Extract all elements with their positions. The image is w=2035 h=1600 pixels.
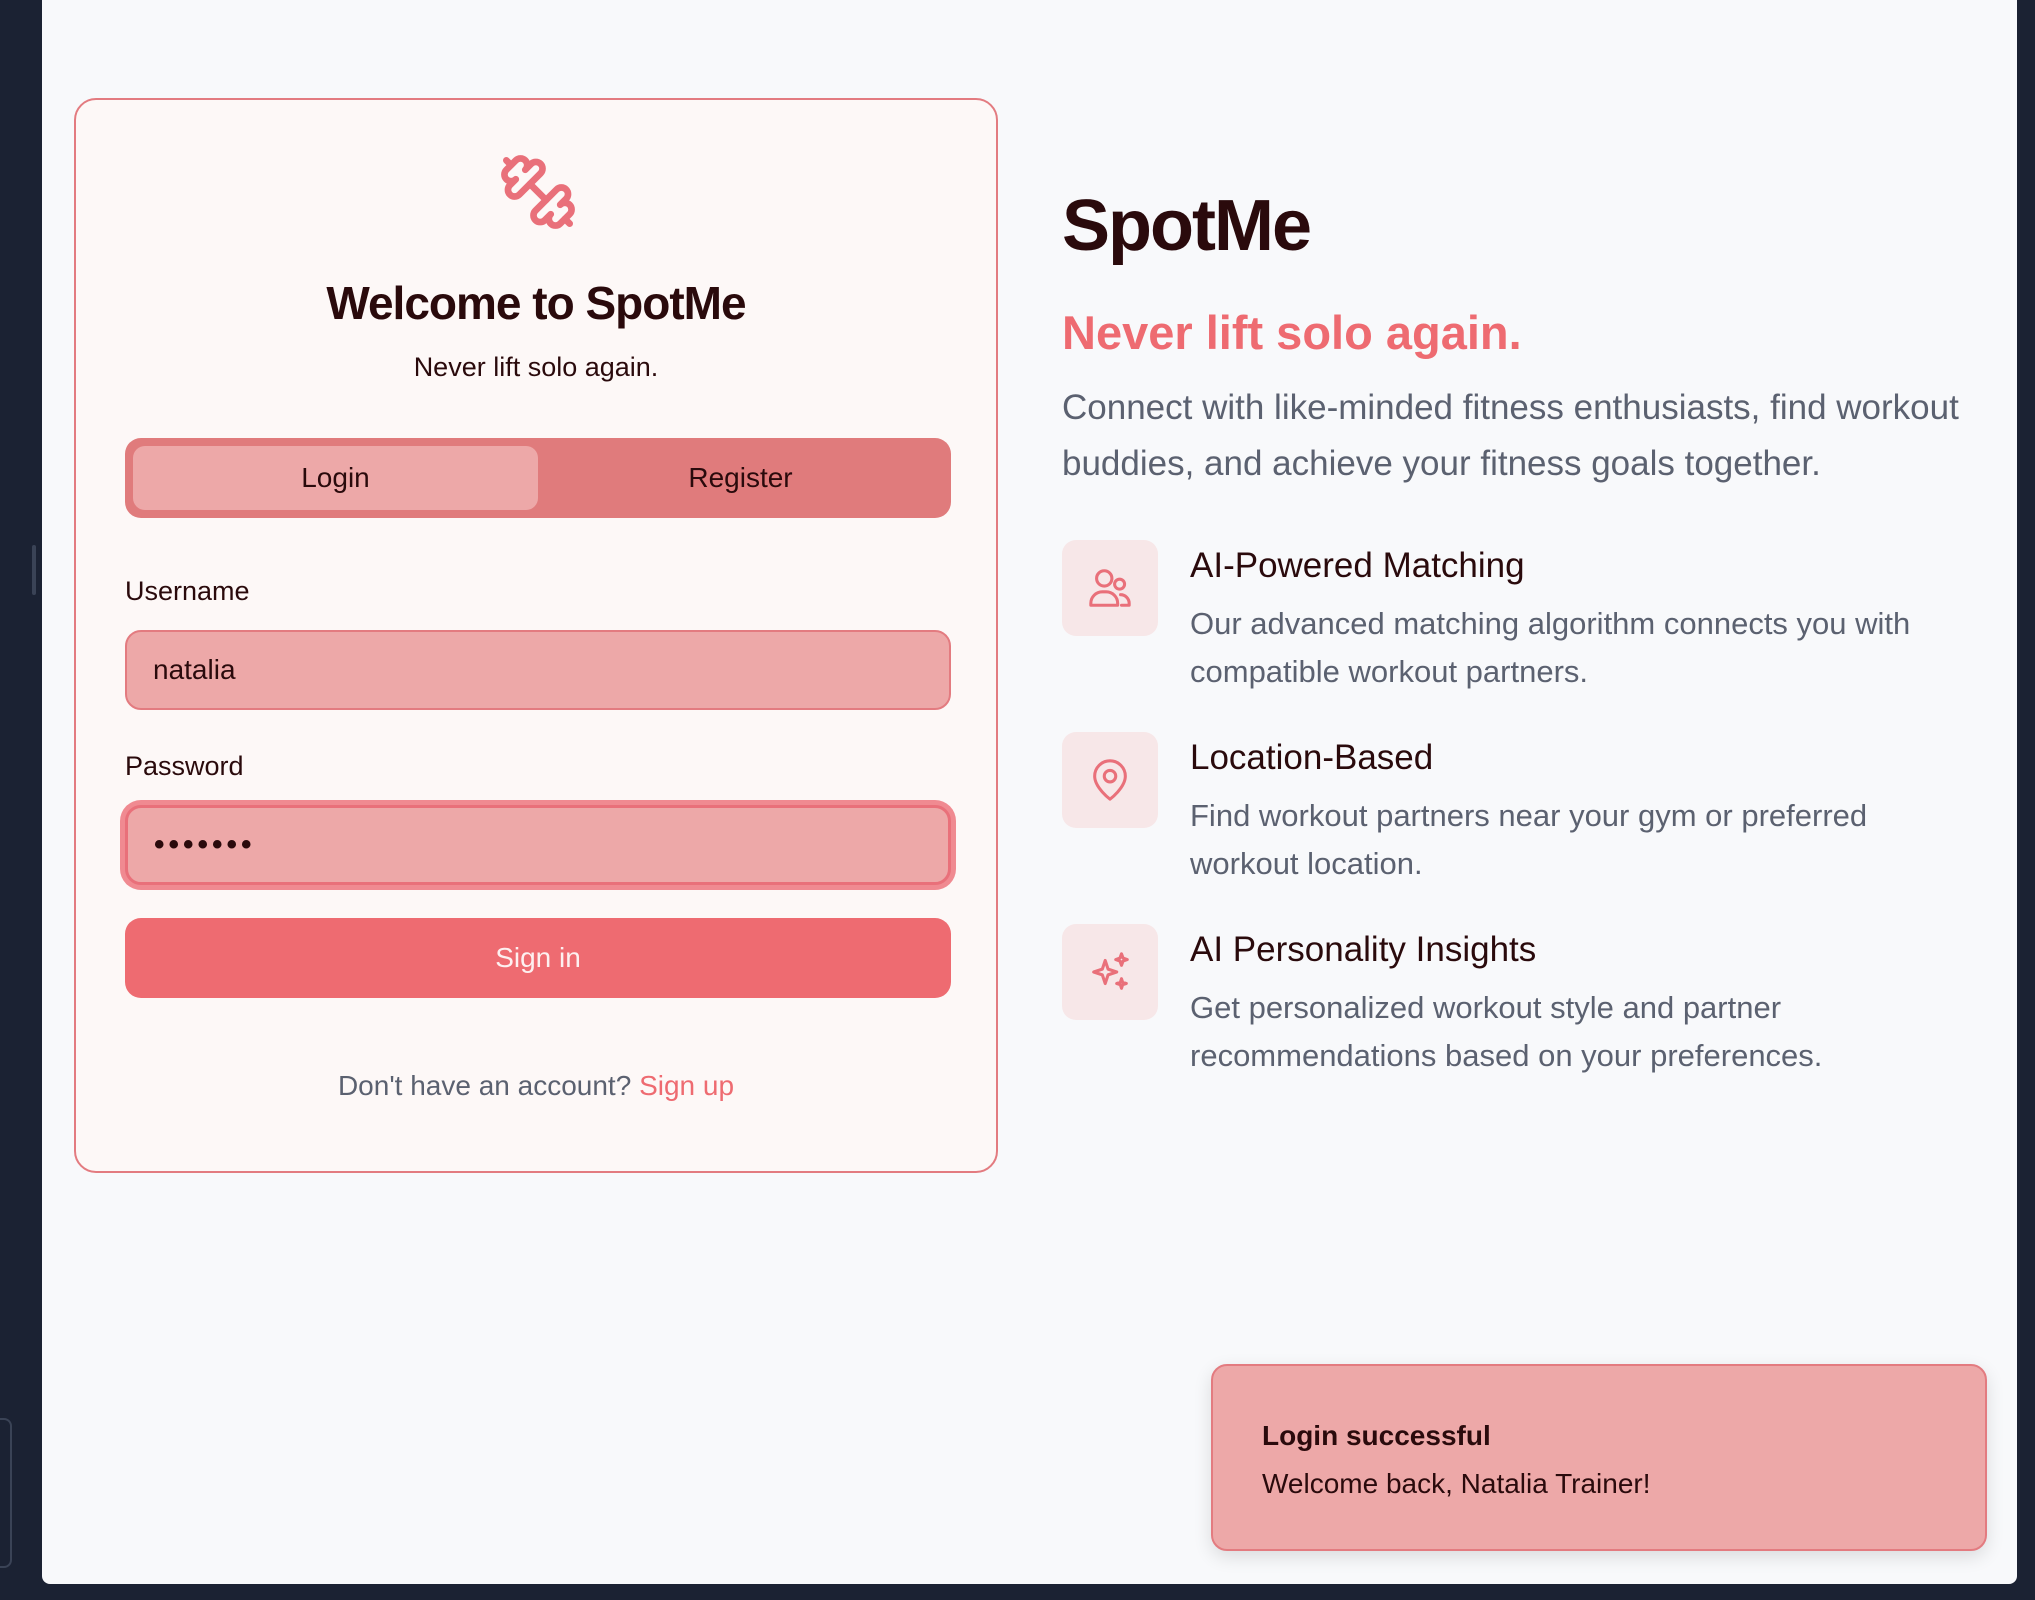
feature-title: AI-Powered Matching: [1190, 546, 1525, 585]
hero-description: Connect with like-minded fitness enthusi…: [1062, 388, 1959, 483]
hero-tagline: Never lift solo again.: [1062, 306, 1522, 359]
username-field[interactable]: natalia: [125, 630, 951, 710]
tab-register[interactable]: Register: [538, 446, 943, 510]
app-viewport: Welcome to SpotMe Never lift solo again.…: [42, 0, 2017, 1584]
toast-title: Login successful: [1262, 1420, 1491, 1451]
sign-in-button[interactable]: Sign in: [125, 918, 951, 998]
password-field[interactable]: •••••••: [125, 805, 951, 885]
feature-title: Location-Based: [1190, 738, 1434, 777]
users-icon: [1062, 540, 1158, 636]
tab-login[interactable]: Login: [133, 446, 538, 510]
dumbbell-icon: [498, 152, 578, 232]
desktop-sidebar-edge: [0, 0, 42, 1600]
password-value: •••••••: [154, 828, 256, 861]
map-pin-icon: [1062, 732, 1158, 828]
username-value: natalia: [153, 654, 236, 685]
sidebar-tab[interactable]: [0, 1418, 12, 1568]
card-title: Welcome to SpotMe: [326, 277, 746, 329]
brand-title: SpotMe: [1062, 186, 1312, 266]
password-label: Password: [125, 751, 244, 781]
resize-handle[interactable]: [32, 545, 36, 595]
username-label: Username: [125, 576, 250, 606]
feature-description: Our advanced matching algorithm connects…: [1190, 606, 1911, 689]
auth-tabs: Login Register: [125, 438, 951, 518]
feature-title: AI Personality Insights: [1190, 930, 1537, 969]
sign-up-link[interactable]: Sign up: [639, 1070, 734, 1101]
auth-card: Welcome to SpotMe Never lift solo again.…: [74, 98, 998, 1173]
card-subtitle: Never lift solo again.: [413, 352, 659, 382]
toast-notification[interactable]: Login successful Welcome back, Natalia T…: [1211, 1364, 1987, 1551]
signup-prompt-line: Don't have an account? Sign up: [76, 1070, 996, 1102]
sparkles-icon: [1062, 924, 1158, 1020]
feature-description: Find workout partners near your gym or p…: [1190, 798, 1868, 881]
signup-prompt: Don't have an account?: [337, 1070, 632, 1101]
feature-description: Get personalized workout style and partn…: [1190, 990, 1823, 1073]
toast-message: Welcome back, Natalia Trainer!: [1262, 1468, 1651, 1499]
